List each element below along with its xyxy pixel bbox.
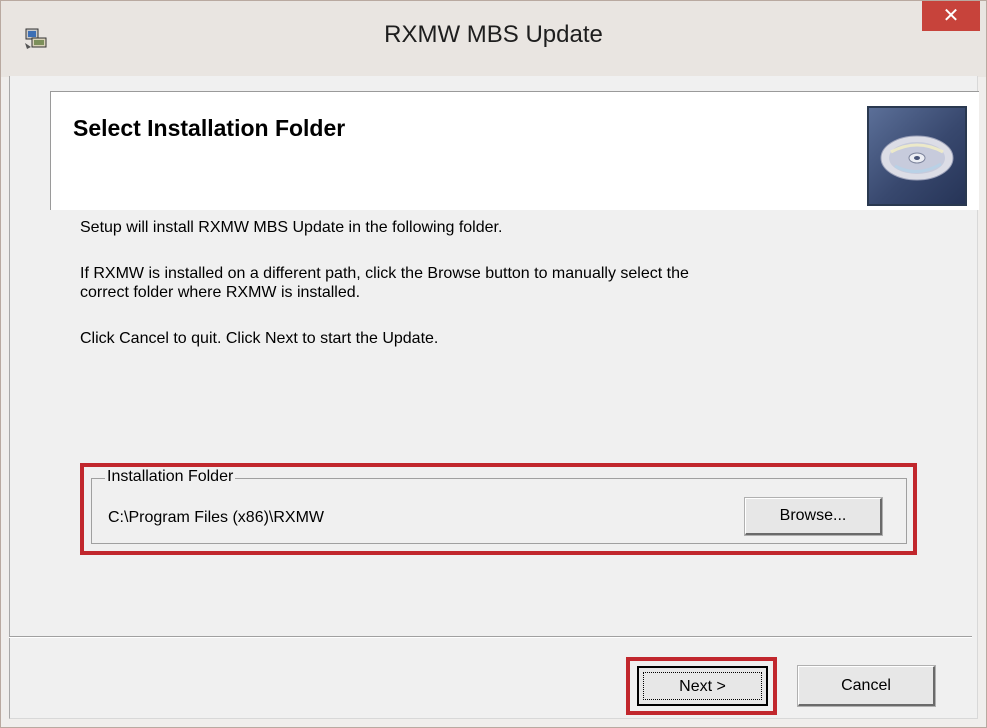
cd-disc-icon [880, 135, 954, 181]
instruction-text-line1: If RXMW is installed on a different path… [80, 265, 689, 282]
intro-text: Setup will install RXMW MBS Update in th… [80, 219, 503, 236]
next-button[interactable]: Next > [637, 666, 768, 706]
browse-button[interactable]: Browse... [745, 498, 882, 535]
page-title: Select Installation Folder [73, 115, 346, 141]
footer-separator [9, 636, 972, 638]
header-banner: Select Installation Folder [50, 91, 979, 210]
cancel-button[interactable]: Cancel [798, 666, 935, 706]
cancel-next-text: Click Cancel to quit. Click Next to star… [80, 330, 439, 347]
close-icon: ✕ [942, 3, 960, 27]
window-title: RXMW MBS Update [384, 21, 603, 48]
close-button[interactable]: ✕ [922, 1, 980, 31]
installation-folder-path: C:\Program Files (x86)\RXMW [108, 509, 325, 526]
instruction-text-line2: correct folder where RXMW is installed. [80, 284, 361, 301]
cancel-button-label: Cancel [841, 677, 891, 694]
title-bar[interactable]: RXMW MBS Update ✕ [1, 1, 986, 77]
cd-disc-image [867, 106, 967, 206]
installation-folder-label: Installation Folder [105, 468, 236, 486]
client-area: Select Installation Folder Setup will in… [9, 76, 979, 719]
focus-rectangle [643, 672, 762, 700]
browse-button-label: Browse... [779, 507, 847, 524]
installer-window: RXMW MBS Update ✕ Select Installation Fo… [0, 0, 987, 728]
